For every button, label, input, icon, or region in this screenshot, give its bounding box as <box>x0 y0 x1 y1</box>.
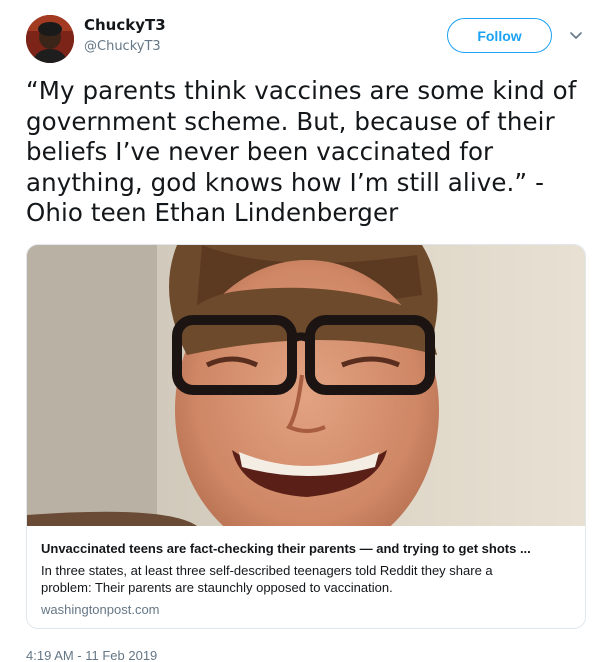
card-description: In three states, at least three self-des… <box>41 563 493 595</box>
card-domain[interactable]: washingtonpost.com <box>41 602 573 617</box>
card-title[interactable]: Unvaccinated teens are fact-checking the… <box>41 540 573 557</box>
card-body: Unvaccinated teens are fact-checking the… <box>41 540 573 617</box>
display-name[interactable]: ChuckyT3 <box>84 16 166 34</box>
link-card[interactable]: Unvaccinated teens are fact-checking the… <box>26 244 586 629</box>
card-image <box>27 245 585 526</box>
tweet-text: “My parents think vaccines are some kind… <box>26 76 577 227</box>
user-handle[interactable]: @ChuckyT3 <box>84 39 161 54</box>
user-avatar[interactable] <box>26 15 74 63</box>
tweet-timestamp[interactable]: 4:19 AM - 11 Feb 2019 <box>26 648 157 662</box>
follow-button[interactable]: Follow <box>447 18 552 53</box>
chevron-down-icon[interactable] <box>566 26 586 46</box>
